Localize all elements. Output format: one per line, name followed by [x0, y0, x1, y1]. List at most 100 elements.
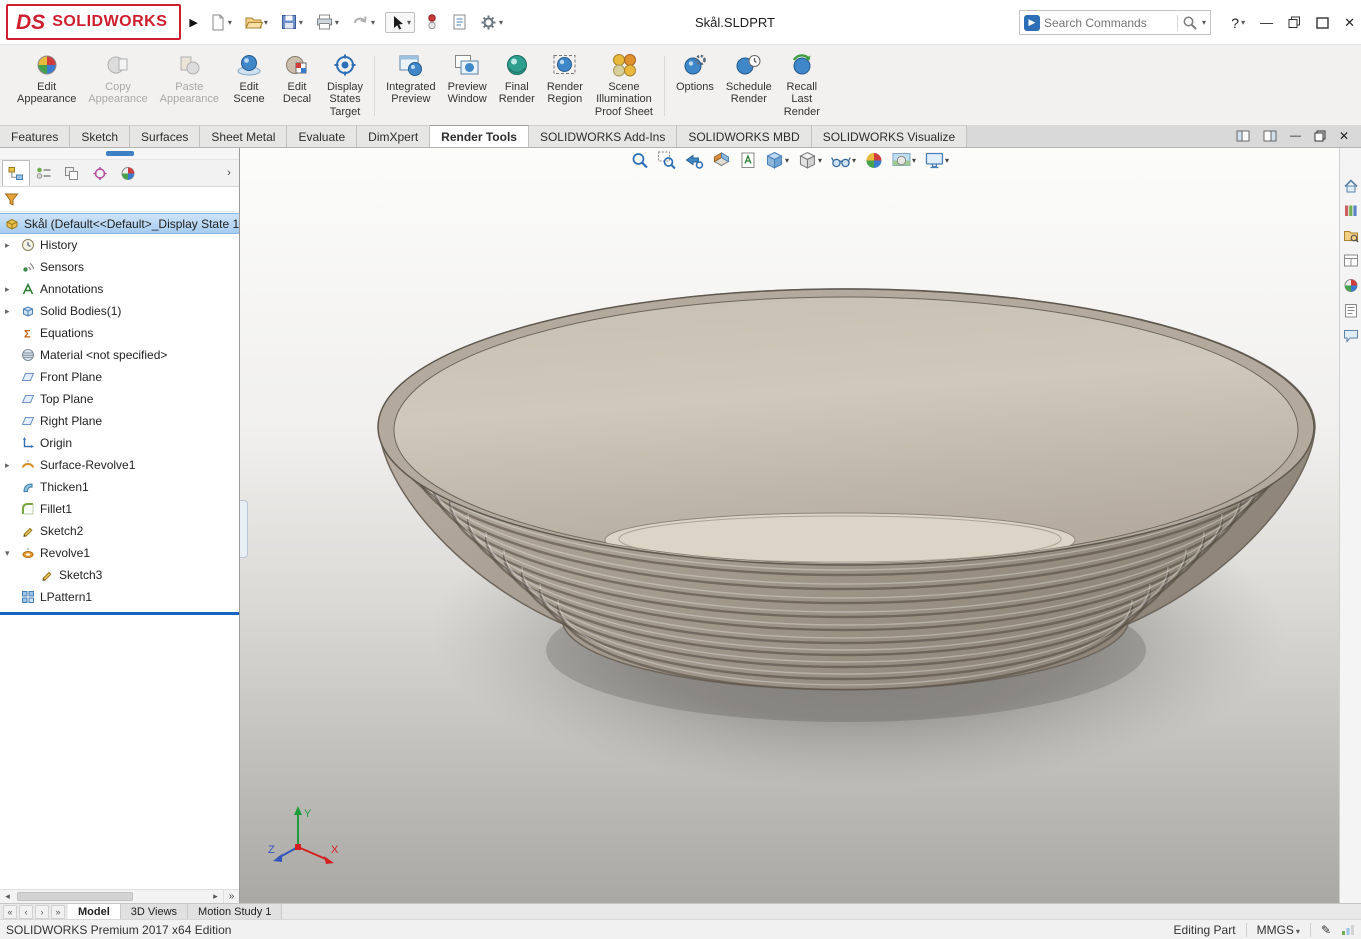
doc-close-button[interactable]: ✕: [1339, 129, 1349, 143]
view-settings-icon[interactable]: ▾: [924, 151, 949, 170]
manager-tabs-overflow-chevron[interactable]: ›: [219, 160, 239, 186]
tab-evaluate[interactable]: Evaluate: [287, 125, 357, 147]
scroll-left-arrow[interactable]: ◂: [0, 890, 15, 903]
previous-view-icon[interactable]: [684, 151, 703, 170]
sketch-status-icon[interactable]: ✎: [1321, 923, 1331, 937]
paste-appearance-button[interactable]: Paste Appearance: [155, 48, 224, 124]
display-states-target-button[interactable]: Display States Target: [322, 48, 368, 124]
panel-drag-handle[interactable]: [106, 151, 134, 156]
propertymanager-tab[interactable]: [30, 160, 58, 186]
search-input[interactable]: [1044, 16, 1173, 30]
configurationmanager-tab[interactable]: [58, 160, 86, 186]
tab-sheet-metal[interactable]: Sheet Metal: [200, 125, 287, 147]
tree-item-right-plane[interactable]: Right Plane: [0, 410, 239, 432]
integrated-preview-button[interactable]: Integrated Preview: [381, 48, 441, 124]
tab-scroll-first[interactable]: «: [3, 905, 17, 919]
forum-icon[interactable]: [1343, 328, 1359, 343]
print-button[interactable]: ▾: [313, 11, 341, 33]
tab-3d-views[interactable]: 3D Views: [121, 904, 188, 919]
preview-window-button[interactable]: Preview Window: [443, 48, 492, 124]
render-region-button[interactable]: Render Region: [542, 48, 588, 124]
tab-solidworks-add-ins[interactable]: SOLIDWORKS Add-Ins: [529, 125, 677, 147]
expand-arrow-icon[interactable]: ▸: [5, 278, 10, 300]
tree-item-origin[interactable]: Origin: [0, 432, 239, 454]
close-button[interactable]: ✕: [1344, 15, 1355, 31]
file-properties-button[interactable]: [449, 11, 469, 33]
scrollbar-track[interactable]: [15, 890, 208, 903]
tree-item-solid-bodies[interactable]: ▸ Solid Bodies(1): [0, 300, 239, 322]
view-palette-icon[interactable]: [1343, 253, 1359, 268]
section-view-icon[interactable]: [711, 151, 731, 170]
3d-scene[interactable]: Y X Z: [240, 148, 1339, 903]
minimize-button[interactable]: —: [1260, 15, 1273, 30]
caret-down-icon[interactable]: ▾: [852, 156, 856, 165]
restore-button[interactable]: [1288, 16, 1301, 29]
caret-down-icon[interactable]: ▾: [1202, 18, 1206, 27]
doc-restore-button[interactable]: [1314, 130, 1326, 142]
featuremanager-tab[interactable]: [2, 160, 30, 186]
search-scope-icon[interactable]: ▶: [1024, 15, 1040, 31]
select-tool-button[interactable]: ▾: [385, 12, 415, 33]
save-button[interactable]: ▾: [278, 11, 305, 33]
doc-minimize-button[interactable]: —: [1290, 130, 1301, 142]
magnifier-icon[interactable]: [1182, 15, 1198, 31]
tab-surfaces[interactable]: Surfaces: [130, 125, 200, 147]
tab-scroll-last[interactable]: »: [51, 905, 65, 919]
undo-button[interactable]: ▾: [349, 11, 377, 33]
tab-render-tools[interactable]: Render Tools: [430, 125, 529, 147]
caret-down-icon[interactable]: ▾: [264, 18, 268, 27]
appearances-scenes-icon[interactable]: [1343, 278, 1359, 293]
unit-system-dropdown[interactable]: MMGS▾: [1257, 923, 1300, 937]
filter-funnel-icon[interactable]: [4, 192, 19, 207]
tree-filter-input[interactable]: [24, 190, 235, 208]
edit-appearance-viewport-icon[interactable]: [864, 151, 883, 170]
edit-decal-button[interactable]: Edit Decal: [274, 48, 320, 124]
tree-item-annotations[interactable]: ▸ Annotations: [0, 278, 239, 300]
tree-item-revolve1[interactable]: ▾ Revolve1: [0, 542, 239, 564]
tab-features[interactable]: Features: [0, 125, 70, 147]
copy-appearance-button[interactable]: Copy Appearance: [83, 48, 152, 124]
collapse-arrow-icon[interactable]: ▾: [5, 542, 10, 564]
pane-right-icon[interactable]: [1263, 130, 1277, 142]
pane-left-icon[interactable]: [1236, 130, 1250, 142]
tree-horizontal-scrollbar[interactable]: ◂ ▸ »: [0, 889, 239, 903]
caret-down-icon[interactable]: ▾: [407, 18, 411, 27]
open-button[interactable]: ▾: [242, 11, 270, 33]
hide-show-items-icon[interactable]: ▾: [830, 151, 856, 170]
caret-down-icon[interactable]: ▾: [335, 18, 339, 27]
tree-item-top-plane[interactable]: Top Plane: [0, 388, 239, 410]
help-button[interactable]: ?▾: [1231, 15, 1245, 31]
tab-dimxpert[interactable]: DimXpert: [357, 125, 430, 147]
tree-item-lpattern1[interactable]: LPattern1: [0, 586, 239, 608]
tab-scroll-next[interactable]: ›: [35, 905, 49, 919]
tab-model[interactable]: Model: [68, 904, 121, 919]
tab-solidworks-mbd[interactable]: SOLIDWORKS MBD: [677, 125, 811, 147]
tree-item-surface-revolve1[interactable]: ▸ Surface-Revolve1: [0, 454, 239, 476]
caret-down-icon[interactable]: ▾: [371, 18, 375, 27]
tree-root-item[interactable]: Skål (Default<<Default>_Display State 1: [0, 213, 239, 234]
rebuild-button[interactable]: [423, 11, 441, 33]
zoom-to-area-icon[interactable]: [657, 151, 676, 170]
dimxpertmanager-tab[interactable]: [86, 160, 114, 186]
options-gear-button[interactable]: ▾: [477, 11, 505, 34]
scene-illumination-proof-sheet-button[interactable]: Scene Illumination Proof Sheet: [590, 48, 658, 124]
displaymanager-tab[interactable]: [114, 160, 142, 186]
graphics-area[interactable]: Y X Z ▾ ▾ ▾ ▾ ▾: [240, 148, 1339, 903]
caret-down-icon[interactable]: ▾: [499, 18, 503, 27]
caret-down-icon[interactable]: ▾: [912, 156, 916, 165]
tab-sketch[interactable]: Sketch: [70, 125, 130, 147]
final-render-button[interactable]: Final Render: [494, 48, 540, 124]
edit-scene-button[interactable]: Edit Scene: [226, 48, 272, 124]
recall-last-render-button[interactable]: Recall Last Render: [779, 48, 825, 124]
tree-item-history[interactable]: ▸ History: [0, 234, 239, 256]
tree-item-equations[interactable]: Σ Equations: [0, 322, 239, 344]
expand-arrow-icon[interactable]: ▸: [5, 454, 10, 476]
expand-arrow-icon[interactable]: ▸: [5, 234, 10, 256]
render-options-button[interactable]: Options: [671, 48, 719, 124]
caret-down-icon[interactable]: ▾: [785, 156, 789, 165]
caret-down-icon[interactable]: ▾: [228, 18, 232, 27]
scroll-right-arrow[interactable]: ▸: [208, 890, 223, 903]
design-library-icon[interactable]: [1343, 203, 1359, 218]
edit-appearance-button[interactable]: Edit Appearance: [12, 48, 81, 124]
custom-properties-icon[interactable]: [1343, 303, 1359, 318]
